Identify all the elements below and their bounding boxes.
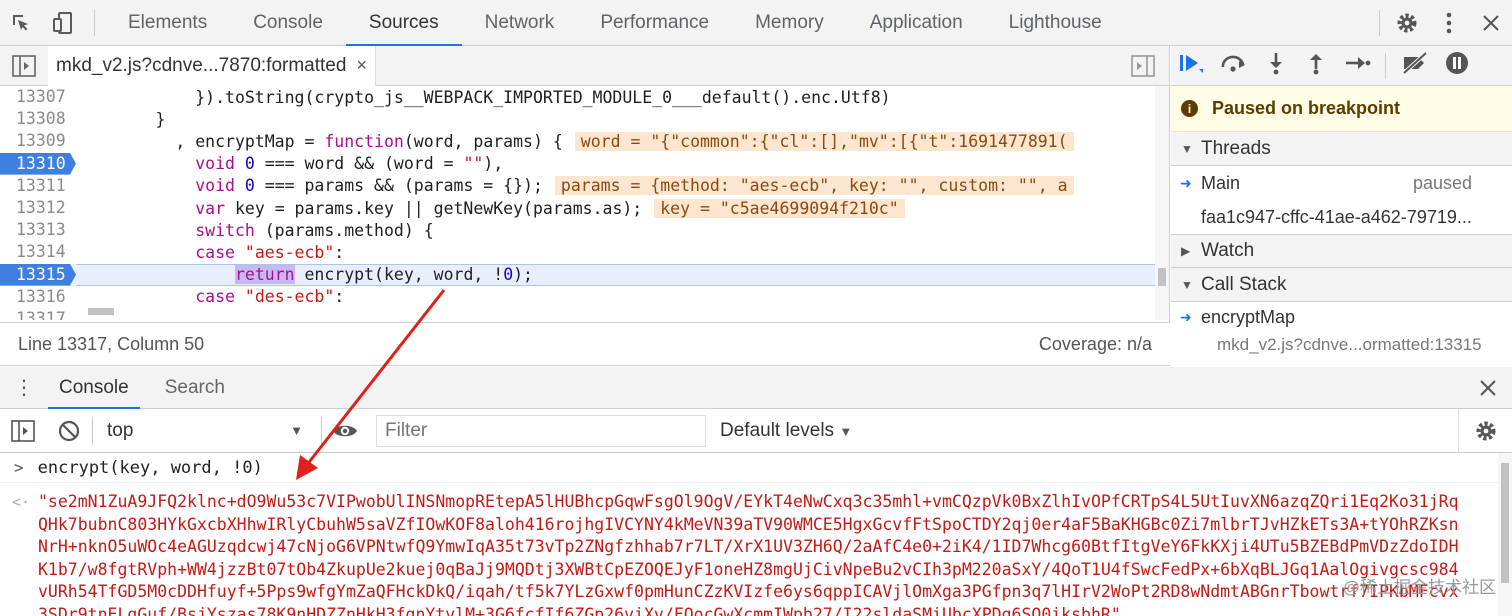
code-line: 13310 void 0 === word && (word = ""), <box>0 152 1156 175</box>
inline-variable-value: key = "c5ae4699094f210c" <box>654 198 905 218</box>
thread-worker[interactable]: faa1c947-cffc-41ae-a462-79719... <box>1171 200 1512 234</box>
console-result-entry[interactable]: <· "se2mN1ZuA9JFQ2klnc+dO9Wu53c7VIPwobUl… <box>0 483 1512 616</box>
coverage-status[interactable]: Coverage: n/a <box>1039 334 1152 355</box>
drawer-menu-icon[interactable]: ⋮ <box>0 375 48 400</box>
log-levels-select[interactable]: Default levels ▼ <box>720 420 852 442</box>
debugger-controls <box>1171 46 1512 86</box>
console-filter-input[interactable] <box>376 414 706 447</box>
code-line: 13308 } <box>0 108 1156 130</box>
result-arrow-icon: <· <box>12 493 31 511</box>
tab-lighthouse[interactable]: Lighthouse <box>986 0 1125 46</box>
watch-section-header[interactable]: ▶ Watch <box>1171 234 1512 268</box>
tab-performance[interactable]: Performance <box>577 0 732 46</box>
thread-main[interactable]: ➜ Main paused <box>1171 166 1512 200</box>
info-icon: i <box>1181 100 1198 117</box>
code-line: 13311 void 0 === params && (params = {})… <box>0 175 1156 197</box>
call-stack-section-header[interactable]: ▼ Call Stack <box>1171 268 1512 302</box>
console-settings-gear-icon[interactable] <box>1458 408 1512 453</box>
watermark: @稀土掘金技术社区 <box>1342 578 1496 597</box>
input-prompt-icon: > <box>14 458 24 477</box>
file-tab-mkd-v2[interactable]: mkd_v2.js?cdnve...7870:formatted × <box>48 45 376 86</box>
console-output[interactable]: > encrypt(key, word, !0) <· "se2mN1ZuA9J… <box>0 453 1512 616</box>
tab-console[interactable]: Console <box>230 0 346 46</box>
console-scrollbar[interactable] <box>1498 453 1512 616</box>
step-into-icon[interactable] <box>1263 51 1289 81</box>
line-number[interactable]: 13317 <box>0 308 76 320</box>
live-expression-eye-icon[interactable] <box>322 409 368 453</box>
toolbar-divider <box>94 9 95 36</box>
execution-context-select[interactable]: top ▼ <box>93 409 321 453</box>
step-icon[interactable] <box>1343 51 1371 81</box>
code-line: 13313 switch (params.method) { <box>0 219 1156 241</box>
line-number[interactable]: 13314 <box>0 241 76 263</box>
cursor-position: Line 13317, Column 50 <box>18 333 205 354</box>
close-drawer-icon[interactable] <box>1480 367 1496 409</box>
line-number[interactable]: 13311 <box>0 175 76 197</box>
dropdown-triangle-icon: ▼ <box>290 423 303 438</box>
breakpoint-line-number[interactable]: 13310 <box>0 152 76 175</box>
collapsed-triangle-icon: ▶ <box>1181 244 1191 258</box>
tab-memory[interactable]: Memory <box>732 0 847 46</box>
editor-file-tabbar: mkd_v2.js?cdnve...7870:formatted × <box>0 45 1169 86</box>
drawer-tab-console[interactable]: Console <box>48 367 140 409</box>
device-toolbar-icon[interactable] <box>42 0 84 46</box>
toggle-debugger-sidebar-icon[interactable] <box>1131 55 1155 83</box>
drawer-tab-search[interactable]: Search <box>154 367 236 409</box>
show-sidebar-icon[interactable] <box>0 409 46 453</box>
step-out-icon[interactable] <box>1303 51 1329 81</box>
code-line: 13312 var key = params.key || getNewKey(… <box>0 197 1156 219</box>
tab-network[interactable]: Network <box>462 0 578 46</box>
tab-application[interactable]: Application <box>847 0 986 46</box>
clear-console-icon[interactable] <box>46 409 92 453</box>
topbar-right-controls <box>1373 0 1512 46</box>
source-editor-panel: mkd_v2.js?cdnve...7870:formatted × 13307… <box>0 45 1170 322</box>
expanded-triangle-icon: ▼ <box>1181 277 1193 292</box>
code-area[interactable]: 13307 }).toString(crypto_js__WEBPACK_IMP… <box>0 86 1156 320</box>
code-line: 13314 case "aes-ecb": <box>0 241 1156 263</box>
breakpoint-line-number[interactable]: 13315 <box>0 263 76 286</box>
step-over-icon[interactable] <box>1219 51 1249 81</box>
code-line: 13307 }).toString(crypto_js__WEBPACK_IMP… <box>0 86 1156 108</box>
tab-sources[interactable]: Sources <box>345 0 462 46</box>
pause-on-exceptions-icon[interactable] <box>1444 50 1470 82</box>
console-input-entry: > encrypt(key, word, !0) <box>0 453 1512 483</box>
file-tab-label: mkd_v2.js?cdnve...7870:formatted <box>56 54 347 76</box>
line-number[interactable]: 13308 <box>0 108 76 130</box>
close-devtools-icon[interactable] <box>1470 0 1512 46</box>
threads-section-header[interactable]: ▼ Threads <box>1171 132 1512 166</box>
toggle-navigator-icon[interactable] <box>12 55 36 83</box>
code-line: 13309 , encryptMap = function(word, para… <box>0 130 1156 152</box>
line-number[interactable]: 13312 <box>0 197 76 219</box>
more-options-icon[interactable] <box>1428 0 1470 46</box>
editor-vertical-scrollbar[interactable] <box>1155 86 1169 320</box>
drawer-tabbar: ⋮ Console Search <box>0 367 1512 409</box>
debugger-sidebar: i Paused on breakpoint ▼ Threads ➜ Main … <box>1171 46 1512 366</box>
current-execution-line: 13315 return encrypt(key, word, !0); <box>0 263 1156 286</box>
deactivate-breakpoints-icon[interactable] <box>1400 51 1430 81</box>
call-frame-location[interactable]: mkd_v2.js?cdnve...ormatted:13315 <box>1171 332 1512 358</box>
editor-horizontal-scrollbar[interactable] <box>76 304 1156 318</box>
expanded-triangle-icon: ▼ <box>1181 141 1193 156</box>
tab-elements[interactable]: Elements <box>105 0 230 46</box>
line-number[interactable]: 13316 <box>0 286 76 308</box>
line-number[interactable]: 13313 <box>0 219 76 241</box>
inline-variable-value: params = {method: "aes-ecb", key: "", cu… <box>554 176 1074 196</box>
editor-status-bar: Line 13317, Column 50 Coverage: n/a <box>0 322 1170 366</box>
resume-icon[interactable] <box>1177 51 1205 81</box>
close-tab-icon[interactable]: × <box>356 55 367 76</box>
paused-banner: i Paused on breakpoint <box>1171 86 1512 132</box>
settings-gear-icon[interactable] <box>1386 0 1428 46</box>
console-toolbar: top ▼ Default levels ▼ <box>0 408 1512 453</box>
line-number[interactable]: 13307 <box>0 86 76 108</box>
current-thread-arrow-icon: ➜ <box>1180 174 1192 191</box>
inline-variable-value: word = "{"common":{"cl":[],"mv":[{"t":16… <box>574 131 1074 151</box>
thread-status: paused <box>1412 172 1472 193</box>
current-frame-arrow-icon: ➜ <box>1180 308 1192 325</box>
devtools-main-tabbar: Elements Console Sources Network Perform… <box>0 0 1512 46</box>
call-frame[interactable]: ➜ encryptMap <box>1171 302 1512 332</box>
inspect-element-icon[interactable] <box>0 0 42 46</box>
line-number[interactable]: 13309 <box>0 130 76 152</box>
